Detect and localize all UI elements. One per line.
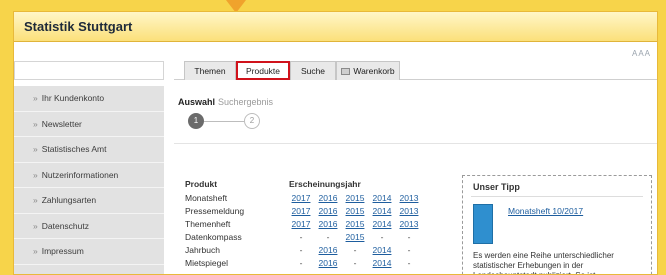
year-link[interactable]: 2015 [343, 218, 367, 230]
year-link[interactable]: 2016 [316, 244, 340, 256]
step-next-label[interactable]: Suchergebnis [218, 97, 273, 107]
year-link[interactable]: 2017 [289, 205, 313, 217]
magazine-thumbnail[interactable] [473, 204, 493, 244]
page-title: Statistik Stuttgart [14, 12, 657, 42]
step-2-indicator[interactable]: 2 [244, 113, 260, 129]
tab-produkte[interactable]: Produkte [236, 61, 290, 80]
year-link[interactable]: 2015 [343, 231, 367, 243]
sidebar-item-label: Impressum [41, 246, 84, 256]
tab-themen[interactable]: Themen [184, 61, 236, 80]
chevron-right-icon: » [33, 220, 38, 231]
product-name: Mietspiegel [185, 258, 228, 268]
year-link[interactable]: 2014 [370, 257, 394, 269]
year-link[interactable]: 2015 [343, 192, 367, 204]
sidebar-item-zahlungsarten[interactable]: » Zahlungsarten [14, 188, 164, 214]
main-window: Statistik Stuttgart AAA » Ihr Kundenkonto… [13, 11, 658, 275]
tip-box: Unser Tipp Monatsheft 10/2017 Es werden … [462, 175, 652, 274]
year-empty: - [407, 258, 411, 268]
step-1-indicator: 1 [188, 113, 204, 129]
tip-divider [471, 196, 643, 197]
tip-title: Unser Tipp [473, 182, 520, 192]
step-current-label: Auswahl [178, 97, 216, 107]
year-link[interactable]: 2013 [397, 218, 421, 230]
year-link[interactable]: 2014 [370, 192, 394, 204]
divider [174, 143, 657, 144]
year-link[interactable]: 2013 [397, 205, 421, 217]
cart-icon [341, 68, 351, 75]
sidebar-item-label: Nutzerinformationen [41, 169, 119, 180]
sidebar-header [14, 61, 164, 80]
year-empty: - [299, 245, 303, 255]
year-link[interactable]: 2016 [316, 218, 340, 230]
product-name: Pressemeldung [185, 206, 245, 216]
tab-warenkorb[interactable]: Warenkorb [336, 61, 400, 80]
tip-link[interactable]: Monatsheft 10/2017 [508, 206, 583, 216]
sidebar-item-label: Zahlungsarten [41, 195, 97, 205]
table-row: Jahrbuch - 2016 - 2014 - [185, 244, 455, 257]
sidebar: » Ihr Kundenkonto » Newsletter » Statistisc… [14, 86, 164, 274]
year-empty: - [299, 232, 303, 242]
year-link[interactable]: 2016 [316, 205, 340, 217]
table-row: Datenkompass - - 2015 - - [185, 231, 455, 244]
year-link[interactable]: 2014 [370, 244, 394, 256]
year-link[interactable]: 2016 [316, 192, 340, 204]
font-size-control[interactable]: AAA [632, 49, 651, 58]
step-connector [204, 121, 244, 122]
year-link[interactable]: 2014 [370, 205, 394, 217]
sidebar-item-datenschutz[interactable]: » Datenschutz [14, 214, 164, 239]
chevron-right-icon: » [33, 169, 38, 180]
year-empty: - [326, 232, 330, 242]
table-row: Mietspiegel - 2016 - 2014 - [185, 257, 455, 270]
column-header-year: Erscheinungsjahr [289, 179, 361, 189]
product-name: Datenkompass [185, 232, 242, 242]
product-name: Monatsheft [185, 193, 228, 203]
table-row: Themenheft 2017 2016 2015 2014 2013 [185, 218, 455, 231]
sidebar-item-label: Datenschutz [41, 220, 89, 231]
year-link[interactable]: 2016 [316, 257, 340, 269]
sidebar-item-nutzerinformationen[interactable]: » Nutzerinformationen [14, 163, 164, 188]
sidebar-item-statistisches-amt[interactable]: » Statistisches Amt [14, 137, 164, 163]
column-header-product: Produkt [185, 179, 218, 189]
year-link[interactable]: 2017 [289, 218, 313, 230]
tab-suche[interactable]: Suche [290, 61, 336, 80]
chevron-right-icon: » [33, 246, 38, 256]
tip-text: Es werden eine Reihe unterschiedlicher s… [473, 251, 614, 274]
table-row: Pressemeldung 2017 2016 2015 2014 2013 [185, 205, 455, 218]
chevron-right-icon: » [33, 144, 38, 154]
year-link[interactable]: 2014 [370, 218, 394, 230]
sidebar-item-newsletter[interactable]: » Newsletter [14, 112, 164, 137]
year-empty: - [353, 245, 357, 255]
sidebar-item-label: Statistisches Amt [41, 144, 107, 154]
chevron-right-icon: » [33, 93, 38, 103]
year-empty: - [407, 245, 411, 255]
product-name: Themenheft [185, 219, 231, 229]
year-link[interactable]: 2015 [343, 205, 367, 217]
table-row: Monatsheft 2017 2016 2015 2014 2013 [185, 192, 455, 205]
year-empty: - [407, 232, 411, 242]
sidebar-item-impressum[interactable]: » Impressum [14, 239, 164, 265]
year-empty: - [299, 258, 303, 268]
product-name: Jahrbuch [185, 245, 220, 255]
sidebar-item-kundenkonto[interactable]: » Ihr Kundenkonto [14, 86, 164, 112]
year-link[interactable]: 2013 [397, 192, 421, 204]
steps-header: Auswahl Suchergebnis [178, 97, 273, 107]
tab-warenkorb-label: Warenkorb [353, 66, 395, 76]
chevron-right-icon: » [33, 118, 38, 129]
tab-bar: Themen Produkte Suche Warenkorb [174, 61, 657, 80]
sidebar-item-label: Newsletter [41, 118, 82, 129]
sidebar-item-label: Ihr Kundenkonto [41, 93, 105, 103]
year-empty: - [380, 232, 384, 242]
year-empty: - [353, 258, 357, 268]
year-link[interactable]: 2017 [289, 192, 313, 204]
chevron-right-icon: » [33, 195, 38, 205]
